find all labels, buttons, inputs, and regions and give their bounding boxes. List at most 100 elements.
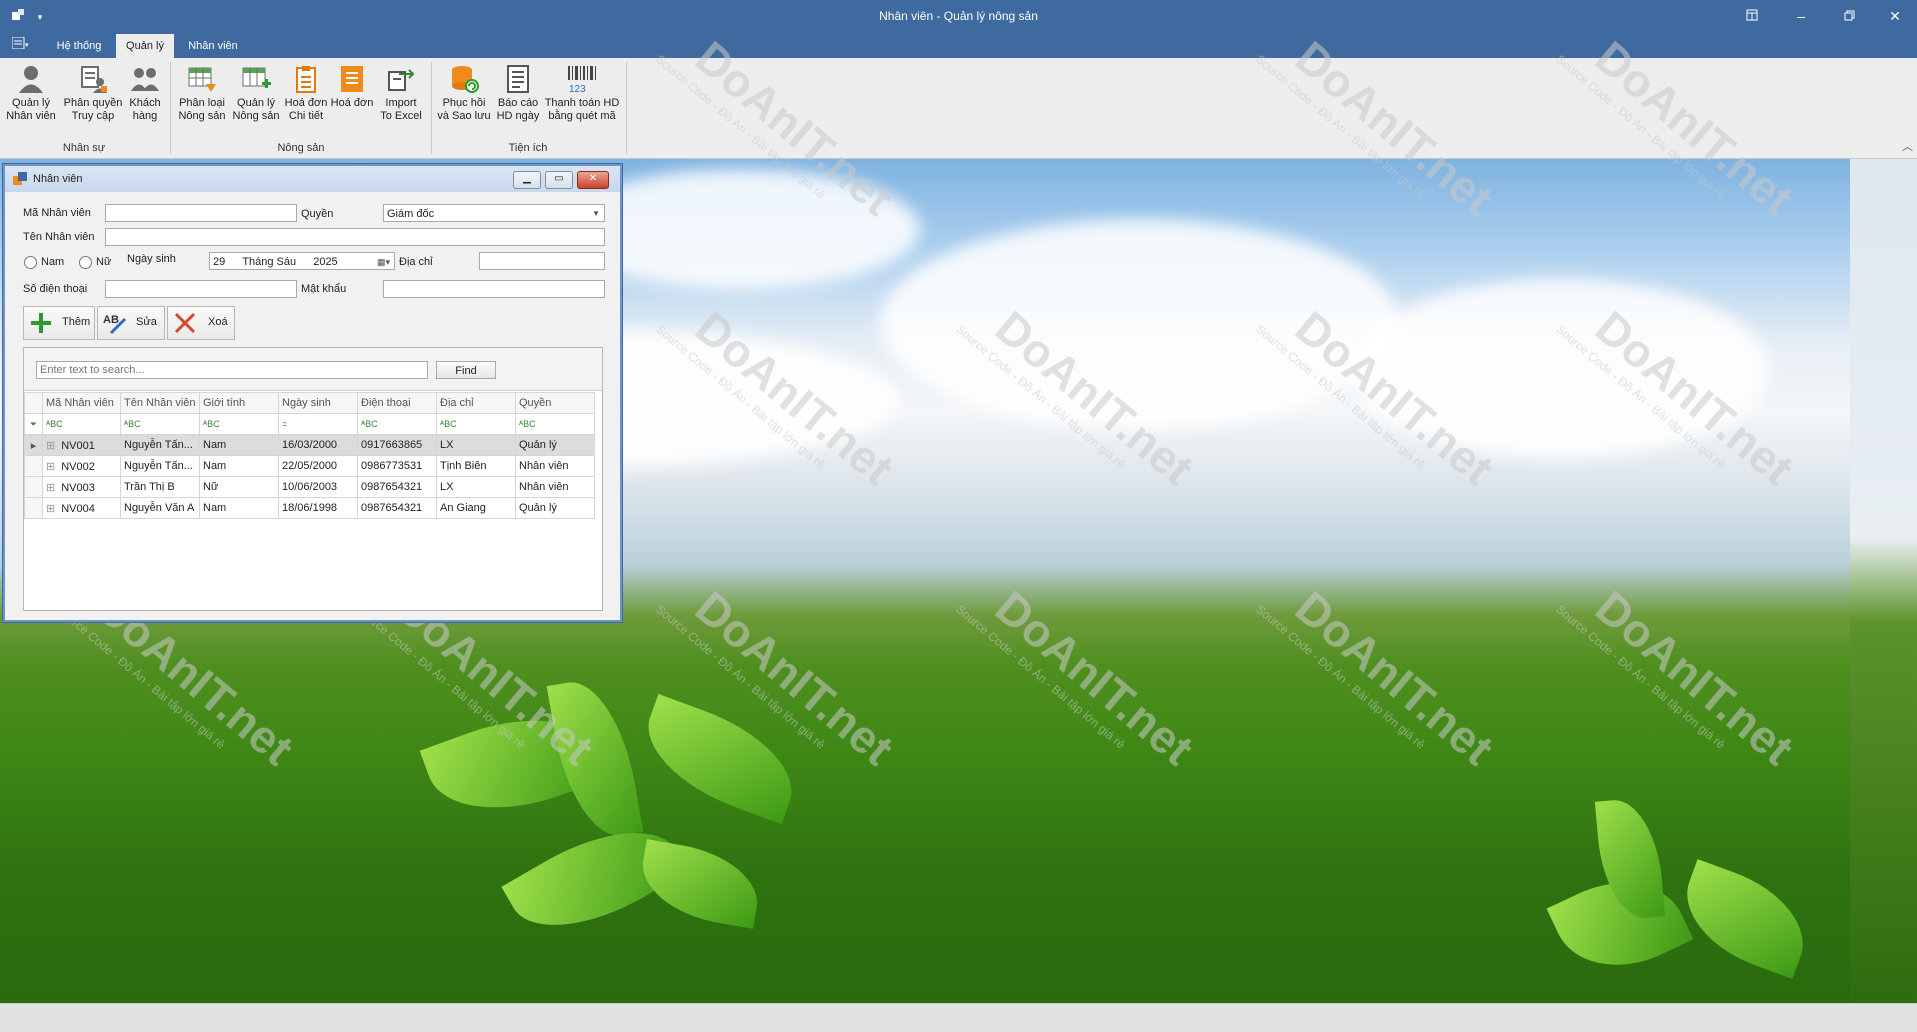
ribbon-display-options-icon[interactable] xyxy=(1737,5,1767,27)
cell[interactable]: 16/03/2000 xyxy=(278,434,358,456)
filter-cell[interactable]: ᴬBC xyxy=(120,413,200,435)
table-row[interactable]: ▸ ⊞ NV001 Nguyễn Tấn... Nam 16/03/2000 09… xyxy=(24,434,595,456)
table-row[interactable]: ⊞ NV004 Nguyễn Văn A Nam 18/06/1998 09876… xyxy=(24,497,595,519)
tab-he-thong[interactable]: Hệ thống xyxy=(46,34,112,58)
so-dien-thoai-input[interactable] xyxy=(105,280,297,298)
calendar-icon[interactable]: ▦▾ xyxy=(377,253,390,271)
child-minimize-icon[interactable]: ▁ xyxy=(513,171,541,189)
child-maximize-icon[interactable]: ▭ xyxy=(545,171,573,189)
table-row[interactable]: ⊞ NV003 Trần Thị B Nữ 10/06/2003 09876543… xyxy=(24,476,595,498)
column-header[interactable]: Ngày sinh xyxy=(278,392,358,414)
category-grid-icon xyxy=(188,67,216,92)
cell[interactable]: Nguyễn Tấn... xyxy=(120,455,200,477)
expand-icon[interactable]: ⊞ xyxy=(46,440,55,452)
cell[interactable]: Nam xyxy=(199,497,279,519)
child-close-icon[interactable]: ✕ xyxy=(577,171,609,189)
app-menu-icon[interactable]: ▾ xyxy=(8,34,34,58)
quan-ly-nong-san-button[interactable]: Quản lý Nông sản xyxy=(230,64,282,123)
cell[interactable]: Nhân viên xyxy=(515,476,595,498)
nhan-vien-grid-panel: Find Mã Nhân viên Tên Nhân viên Giới tín… xyxy=(23,347,603,611)
gender-female-radio[interactable] xyxy=(79,256,92,269)
bao-cao-hd-ngay-button[interactable]: Báo cáo HD ngày xyxy=(494,64,542,123)
ma-nhan-vien-input[interactable] xyxy=(105,204,297,222)
cell[interactable]: An Giang xyxy=(436,497,516,519)
svg-text:AB: AB xyxy=(103,314,119,326)
hoa-don-button[interactable]: Hoá đơn xyxy=(330,64,374,110)
column-header[interactable]: Mã Nhân viên xyxy=(42,392,121,414)
cell[interactable]: 18/06/1998 xyxy=(278,497,358,519)
cell[interactable]: Tịnh Biên xyxy=(436,455,516,477)
cell[interactable]: ⊞ NV002 xyxy=(42,455,121,477)
phan-quyen-truy-cap-button[interactable]: Phân quyền Truy cập xyxy=(62,64,124,123)
cell[interactable]: LX xyxy=(436,476,516,498)
cell[interactable]: Quản lý xyxy=(515,497,595,519)
hoa-don-chi-tiet-button[interactable]: Hoá đơn Chi tiết xyxy=(284,64,328,123)
cell[interactable]: 0987654321 xyxy=(357,476,437,498)
cell[interactable]: Nam xyxy=(199,455,279,477)
find-button[interactable]: Find xyxy=(436,361,496,379)
minimize-icon[interactable]: – xyxy=(1786,5,1816,27)
import-to-excel-button[interactable]: Import To Excel xyxy=(376,64,426,123)
tab-quan-ly[interactable]: Quản lý xyxy=(116,34,174,58)
xoa-button[interactable]: Xoá xyxy=(167,306,235,340)
column-header[interactable]: Giới tính xyxy=(199,392,279,414)
column-header[interactable]: Tên Nhân viên xyxy=(120,392,200,414)
cell[interactable]: 0917663865 xyxy=(357,434,437,456)
cell[interactable]: LX xyxy=(436,434,516,456)
mat-khau-input[interactable] xyxy=(383,280,605,298)
gender-female-label: Nữ xyxy=(96,256,112,268)
filter-cell[interactable]: ᴬBC xyxy=(515,413,595,435)
tab-nhan-vien[interactable]: Nhân viên xyxy=(178,34,248,58)
phan-loai-nong-san-button[interactable]: Phân loại Nông sản xyxy=(176,64,228,123)
cell[interactable]: Quản lý xyxy=(515,434,595,456)
cell[interactable]: Nguyễn Văn A xyxy=(120,497,200,519)
collapse-ribbon-icon[interactable]: ︿ xyxy=(1902,138,1913,154)
filter-cell[interactable]: ᴬBC xyxy=(357,413,437,435)
filter-cell[interactable]: ᴬBC xyxy=(42,413,121,435)
cell[interactable]: 0987654321 xyxy=(357,497,437,519)
cell[interactable]: ⊞ NV001 xyxy=(42,434,121,456)
ribbon-btn-line1: Import xyxy=(385,97,417,109)
column-header[interactable]: Điện thoại xyxy=(357,392,437,414)
column-header[interactable]: Địa chỉ xyxy=(436,392,516,414)
them-button[interactable]: Thêm xyxy=(23,306,95,340)
mat-khau-label: Mật khẩu xyxy=(301,283,347,295)
cell-text: NV001 xyxy=(61,439,95,452)
cell[interactable]: Nhân viên xyxy=(515,455,595,477)
expand-icon[interactable]: ⊞ xyxy=(46,461,55,473)
ribbon-btn-line1: Phân quyền xyxy=(63,97,123,109)
cell[interactable]: 22/05/2000 xyxy=(278,455,358,477)
ten-nhan-vien-label: Tên Nhân viên xyxy=(23,231,95,243)
ten-nhan-vien-input[interactable] xyxy=(105,228,605,246)
expand-icon[interactable]: ⊞ xyxy=(46,482,55,494)
filter-cell[interactable]: = xyxy=(278,413,358,435)
thanh-toan-quet-ma-button[interactable]: 123 Thanh toán HD bằng quét mã xyxy=(544,64,620,123)
expand-icon[interactable]: ⊞ xyxy=(46,503,55,515)
filter-cell[interactable]: ᴬBC xyxy=(199,413,279,435)
cell[interactable]: ⊞ NV004 xyxy=(42,497,121,519)
ngay-sinh-picker[interactable]: 29 Tháng Sáu 2025 ▦▾ xyxy=(209,252,395,270)
grid-search-input[interactable] xyxy=(36,361,428,379)
cell[interactable]: ⊞ NV003 xyxy=(42,476,121,498)
restore-icon[interactable] xyxy=(1834,5,1864,27)
cell[interactable]: 10/06/2003 xyxy=(278,476,358,498)
status-bar xyxy=(0,1003,1917,1032)
gender-male-radio[interactable] xyxy=(24,256,37,269)
filter-cell[interactable]: ᴬBC xyxy=(436,413,516,435)
dia-chi-input[interactable] xyxy=(479,252,605,270)
sua-button[interactable]: AB Sửa xyxy=(97,306,165,340)
cell[interactable]: Trần Thị B xyxy=(120,476,200,498)
cell[interactable]: Nữ xyxy=(199,476,279,498)
chevron-down-icon: ▼ xyxy=(592,209,600,218)
cell[interactable]: 0986773531 xyxy=(357,455,437,477)
khach-hang-button[interactable]: Khách hàng xyxy=(126,64,164,123)
quan-ly-nhan-vien-button[interactable]: Quản lý Nhân viên xyxy=(4,64,58,123)
phuc-hoi-sao-luu-button[interactable]: Phục hồi và Sao lưu xyxy=(436,64,492,123)
column-header[interactable]: Quyền xyxy=(515,392,595,414)
table-row[interactable]: ⊞ NV002 Nguyễn Tấn... Nam 22/05/2000 0986… xyxy=(24,455,595,477)
cell[interactable]: Nam xyxy=(199,434,279,456)
clipboard-icon xyxy=(296,66,316,93)
close-icon[interactable]: ✕ xyxy=(1880,5,1910,27)
cell[interactable]: Nguyễn Tấn... xyxy=(120,434,200,456)
quyen-select[interactable]: Giám đốc ▼ xyxy=(383,204,605,222)
